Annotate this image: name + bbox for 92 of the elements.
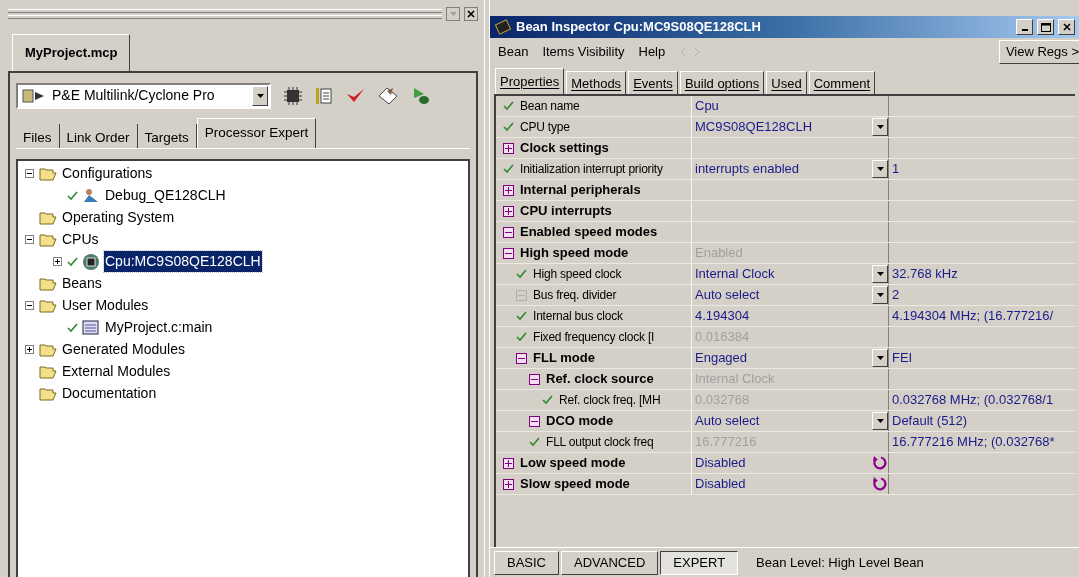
reset-icon[interactable] — [872, 455, 888, 471]
property-name: FLL mode — [533, 349, 595, 368]
caret-icon — [876, 125, 884, 129]
tree-item[interactable]: MyProject.c:main — [104, 317, 214, 338]
reset-icon[interactable] — [872, 476, 888, 492]
panel-tab[interactable]: Processor Expert — [196, 117, 317, 148]
close-button[interactable] — [464, 7, 478, 21]
property-name: Enabled speed modes — [520, 223, 658, 242]
collapse-icon[interactable] — [25, 169, 34, 178]
chip-icon — [494, 19, 512, 35]
caret-icon — [876, 356, 884, 360]
close-icon — [1062, 23, 1071, 31]
panel-tab[interactable]: Targets — [137, 123, 197, 148]
property-name: Ref. clock freq. [MH — [559, 392, 661, 409]
status-text: Bean Level: High Level Bean — [756, 553, 924, 572]
expand-icon[interactable] — [502, 142, 514, 154]
collapse-icon[interactable] — [25, 301, 34, 310]
property-detail: 4.194304 MHz; (16.777216/ — [892, 307, 1054, 326]
tree-item[interactable]: Documentation — [61, 383, 158, 404]
view-regs-button[interactable]: View Regs > — [998, 40, 1079, 64]
maximize-button[interactable] — [1037, 19, 1054, 35]
property-value[interactable]: interrupts enabled — [695, 159, 872, 179]
property-name: Ref. clock source — [546, 370, 654, 389]
tree-item[interactable]: Generated Modules — [61, 339, 186, 360]
property-name: Internal bus clock — [533, 308, 623, 325]
project-tab[interactable]: MyProject.mcp — [12, 34, 131, 71]
expand-icon[interactable] — [502, 184, 514, 196]
chip-icon[interactable] — [283, 85, 303, 106]
property-value[interactable]: Cpu — [695, 96, 888, 116]
level-button[interactable]: BASIC — [494, 550, 559, 575]
expand-icon[interactable] — [502, 205, 514, 217]
bug-icon[interactable] — [411, 85, 431, 106]
property-name: Bus freq. divider — [533, 287, 617, 304]
tree-item[interactable]: Configurations — [61, 163, 154, 184]
property-name: FLL output clock freq — [546, 434, 654, 451]
property-name: High speed clock — [533, 266, 622, 283]
expand-icon[interactable] — [25, 345, 34, 354]
property-detail: 32.768 kHz — [892, 265, 958, 284]
property-name: Low speed mode — [520, 454, 626, 473]
caret-icon — [876, 419, 884, 423]
tree-item[interactable]: User Modules — [61, 295, 150, 316]
property-detail: FEI — [892, 349, 913, 368]
target-dropdown[interactable]: P&E Multilink/Cyclone Pro — [16, 82, 271, 109]
panel-tab[interactable]: Link Order — [59, 123, 138, 148]
panel-tab[interactable]: Files — [16, 123, 60, 148]
property-detail: Default (512) — [892, 412, 968, 431]
caret-icon — [449, 12, 457, 16]
property-name: Internal peripherals — [520, 181, 641, 200]
property-name: Fixed frequency clock [I — [533, 329, 655, 346]
property-name: DCO mode — [546, 412, 614, 431]
property-value[interactable]: MC9S08QE128CLH — [695, 117, 872, 137]
property-name: Initialization interrupt priority — [520, 161, 663, 178]
close-icon — [467, 10, 475, 18]
eraser-icon[interactable] — [377, 85, 399, 106]
property-value[interactable]: Disabled — [695, 453, 872, 473]
property-detail: 0.032768 MHz; (0.032768/1 — [892, 391, 1054, 410]
tree-item[interactable]: Debug_QE128CLH — [104, 185, 227, 206]
collapse-icon[interactable] — [502, 226, 514, 238]
property-name: Slow speed mode — [520, 475, 630, 494]
tree-item[interactable]: Operating System — [61, 207, 176, 228]
menu-item[interactable]: Help — [638, 42, 666, 62]
window-title: Bean Inspector Cpu:MC9S08QE128CLH — [516, 18, 762, 37]
target-name: P&E Multilink/Cyclone Pro — [52, 86, 216, 105]
expand-icon[interactable] — [53, 257, 62, 266]
tree-item[interactable]: Beans — [61, 273, 103, 294]
menu-item[interactable]: Bean — [498, 42, 529, 62]
expand-icon[interactable] — [502, 478, 514, 490]
property-detail: 1 — [892, 160, 900, 179]
menu-item[interactable]: Items Visibility — [542, 42, 625, 62]
caret-icon — [252, 85, 268, 106]
expand-icon[interactable] — [502, 457, 514, 469]
tree-item[interactable]: CPUs — [61, 229, 100, 250]
inspector-tab[interactable]: Properties — [495, 68, 565, 94]
tree-item[interactable]: Cpu:MC9S08QE128CLH — [104, 251, 262, 272]
property-detail: 16.777216 MHz; (0.032768* — [892, 433, 1055, 452]
property-name: CPU type — [520, 119, 570, 136]
property-detail: 2 — [892, 286, 900, 305]
caret-icon — [876, 167, 884, 171]
tree-item[interactable]: External Modules — [61, 361, 172, 382]
property-name: High speed mode — [520, 244, 629, 263]
level-button[interactable]: EXPERT — [660, 550, 739, 575]
caret-icon — [876, 293, 884, 297]
maximize-icon — [1040, 22, 1051, 32]
minimize-button[interactable] — [1016, 19, 1033, 35]
list-icon[interactable] — [315, 85, 333, 106]
collapse-icon[interactable] — [25, 235, 34, 244]
level-button[interactable]: ADVANCED — [561, 550, 659, 575]
property-name: Bean name — [520, 98, 580, 115]
caret-icon — [876, 272, 884, 276]
property-name: CPU interrupts — [520, 202, 612, 221]
property-name: Clock settings — [520, 139, 609, 158]
property-value[interactable]: Disabled — [695, 474, 872, 494]
